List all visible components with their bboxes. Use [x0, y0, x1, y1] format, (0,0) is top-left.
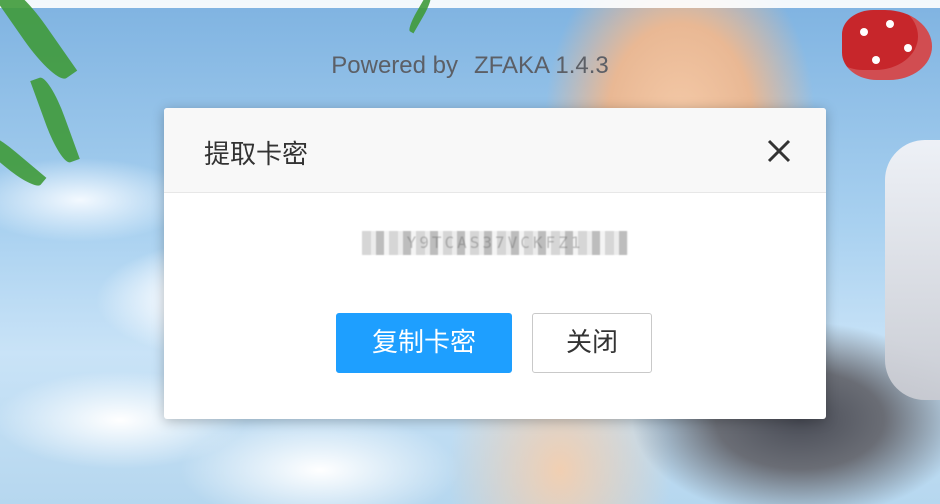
dialog-title: 提取卡密 [204, 140, 309, 170]
card-secret-text: Y9TCAS37VCKFZ1 [406, 233, 584, 252]
leaf-decoration [30, 74, 80, 166]
top-strip [0, 0, 940, 8]
close-icon-glyph [767, 139, 791, 163]
dialog-header: 提取卡密 [164, 108, 826, 193]
card-secret-value: Y9TCAS37VCKFZ1 [362, 231, 628, 255]
app-version: ZFAKA 1.4.3 [474, 52, 609, 79]
powered-by-text: Powered by ZFAKA 1.4.3 [0, 52, 940, 80]
close-icon[interactable] [766, 138, 792, 164]
hair-detail [885, 140, 940, 400]
dialog-body: Y9TCAS37VCKFZ1 复制卡密 关闭 [164, 193, 826, 418]
powered-label: Powered by [331, 52, 458, 79]
extract-card-dialog: 提取卡密 Y9TCAS37VCKFZ1 复制卡密 关闭 [164, 108, 826, 419]
leaf-decoration [0, 126, 47, 192]
copy-card-button[interactable]: 复制卡密 [336, 313, 512, 373]
close-button[interactable]: 关闭 [532, 313, 652, 373]
